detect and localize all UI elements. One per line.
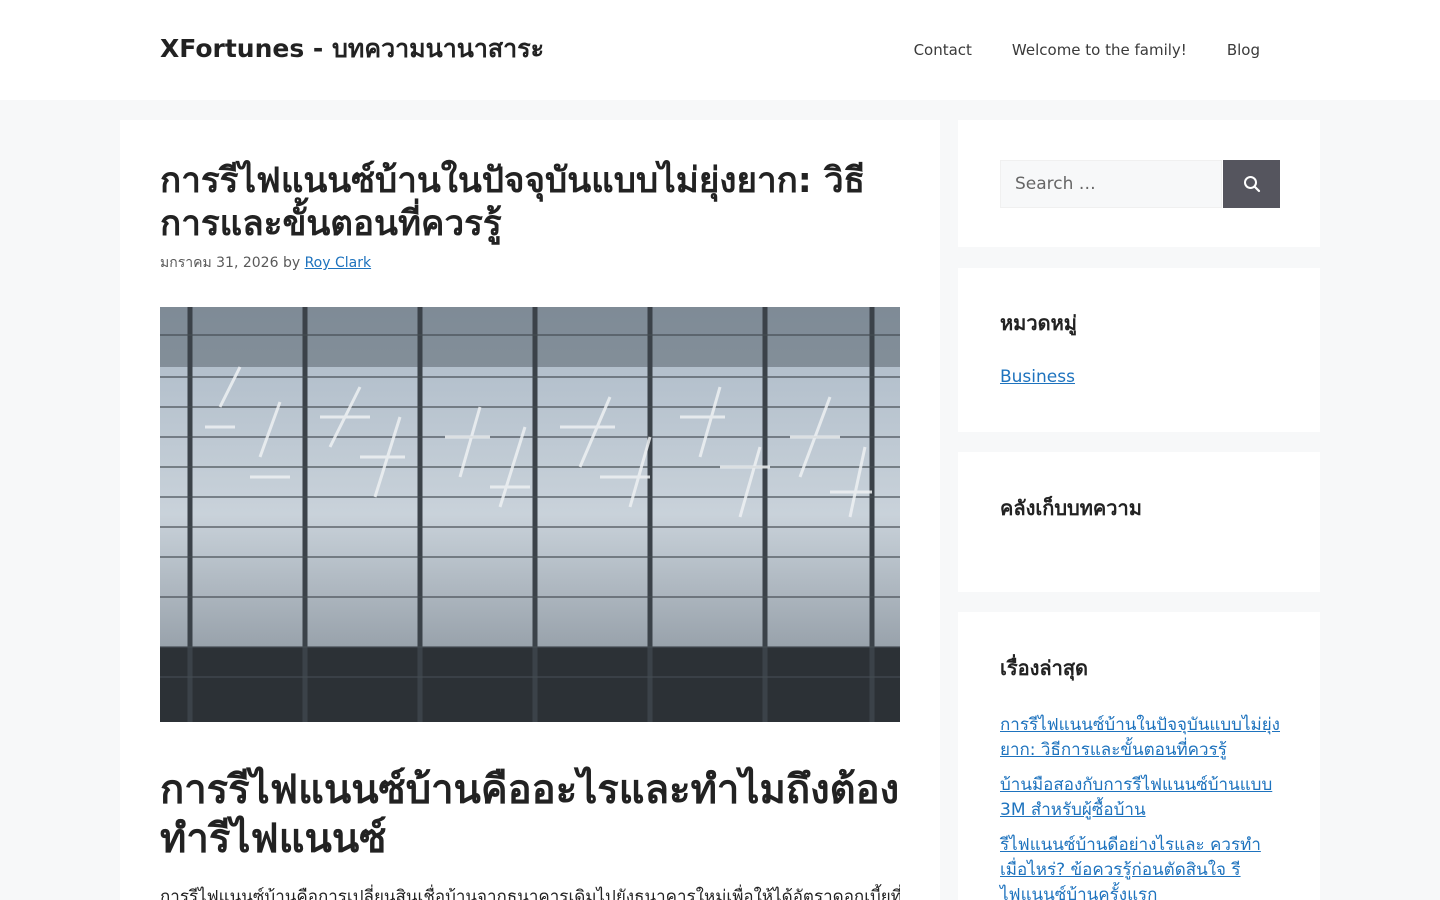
article: การรีไฟแนนซ์บ้านในปัจจุบันแบบไม่ยุ่งยาก:…: [120, 120, 940, 900]
main-nav: Contact Welcome to the family! Blog: [894, 0, 1280, 100]
recent-posts-widget: เรื่องล่าสุด การรีไฟแนนซ์บ้านในปัจจุบันแ…: [958, 612, 1320, 900]
entry-meta: มกราคม 31, 2026 by Roy Clark: [160, 252, 371, 274]
list-item: บ้านมือสองกับการรีไฟแนนซ์บ้านแบบ 3M สำหร…: [1000, 773, 1282, 823]
recent-post-link[interactable]: รีไฟแนนซ์บ้านดีอย่างไรและ ควรทำเมื่อไหร่…: [1000, 835, 1261, 900]
recent-post-link[interactable]: บ้านมือสองกับการรีไฟแนนซ์บ้านแบบ 3M สำหร…: [1000, 775, 1272, 820]
featured-image: [160, 307, 900, 722]
archives-widget: คลังเก็บบทความ: [958, 452, 1320, 592]
archives-title: คลังเก็บบทความ: [1000, 496, 1142, 520]
search-icon: [1243, 176, 1260, 193]
list-item: การรีไฟแนนซ์บ้านในปัจจุบันแบบไม่ยุ่งยาก:…: [1000, 713, 1282, 763]
search-button[interactable]: [1223, 160, 1280, 208]
categories-title: หมวดหมู่: [1000, 311, 1077, 335]
building-facade-illustration: [160, 307, 900, 722]
nav-contact[interactable]: Contact: [894, 0, 992, 100]
list-item: รีไฟแนนซ์บ้านดีอย่างไรและ ควรทำเมื่อไหร่…: [1000, 833, 1282, 900]
category-link-business[interactable]: Business: [1000, 367, 1075, 387]
post-date: มกราคม 31, 2026: [160, 255, 279, 271]
article-heading: การรีไฟแนนซ์บ้านคืออะไรและทำไมถึงต้องทำร…: [160, 767, 900, 862]
by-label: by: [282, 255, 301, 271]
recent-posts-list: การรีไฟแนนซ์บ้านในปัจจุบันแบบไม่ยุ่งยาก:…: [1000, 713, 1282, 900]
categories-widget: หมวดหมู่ Business: [958, 268, 1320, 432]
recent-posts-title: เรื่องล่าสุด: [1000, 656, 1089, 680]
site-header: XFortunes - บทความนานาสาระ Contact Welco…: [0, 0, 1440, 100]
recent-post-link[interactable]: การรีไฟแนนซ์บ้านในปัจจุบันแบบไม่ยุ่งยาก:…: [1000, 715, 1280, 760]
author-link[interactable]: Roy Clark: [305, 255, 372, 271]
article-title: การรีไฟแนนซ์บ้านในปัจจุบันแบบไม่ยุ่งยาก:…: [160, 161, 865, 244]
search-widget: [958, 120, 1320, 247]
article-body: การรีไฟแนนซ์บ้านคือการเปลี่ยนสินเชื่อบ้า…: [160, 887, 900, 900]
nav-blog[interactable]: Blog: [1207, 0, 1280, 100]
search-input[interactable]: [1000, 160, 1222, 208]
site-title[interactable]: XFortunes - บทความนานาสาระ: [160, 33, 544, 65]
nav-welcome[interactable]: Welcome to the family!: [992, 0, 1207, 100]
